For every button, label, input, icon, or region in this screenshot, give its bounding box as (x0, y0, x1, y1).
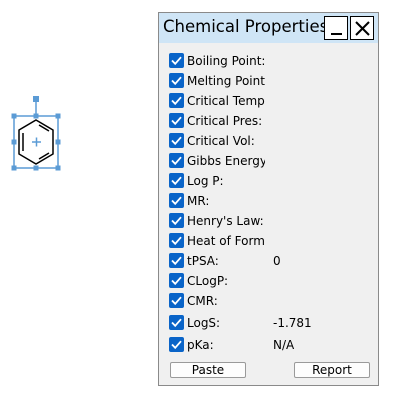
minimize-button[interactable] (324, 16, 348, 40)
property-label: Log P: (187, 174, 224, 188)
property-checkbox[interactable] (169, 73, 184, 88)
property-row: Henry's Law: (169, 213, 374, 231)
property-checkbox[interactable] (169, 133, 184, 148)
property-label: Gibbs Energy: (187, 154, 265, 168)
paste-button[interactable]: Paste (170, 362, 246, 378)
checkmark-icon (171, 256, 182, 266)
checkmark-icon (171, 276, 182, 286)
property-row: tPSA: 0 (169, 253, 374, 271)
checkmark-icon (171, 236, 182, 246)
benzene-molecule[interactable] (8, 92, 66, 176)
property-row: CMR: (169, 293, 374, 311)
property-row: Critical Temp (169, 93, 374, 111)
property-label: Boiling Point: (187, 54, 265, 68)
property-label: CLogP: (187, 274, 229, 288)
property-checkbox[interactable] (169, 233, 184, 248)
property-row: Critical Pres: (169, 113, 374, 131)
property-row: MR: (169, 193, 374, 211)
property-label: Critical Temp (187, 94, 265, 108)
property-label: Critical Vol: (187, 134, 255, 148)
checkmark-icon (171, 136, 182, 146)
panel-title: Chemical Properties (163, 17, 329, 36)
property-label: Melting Point: (187, 74, 265, 88)
panel-titlebar[interactable]: Chemical Properties (159, 13, 378, 43)
property-label: tPSA: (187, 254, 219, 268)
property-row: Critical Vol: (169, 133, 374, 151)
property-label: Henry's Law: (187, 214, 264, 228)
property-checkbox[interactable] (169, 337, 184, 352)
property-row: Gibbs Energy: (169, 153, 374, 171)
drawing-canvas[interactable]: Chemical Properties Boiling Point: Meltin… (0, 0, 403, 404)
checkmark-icon (171, 196, 182, 206)
checkmark-icon (171, 116, 182, 126)
checkmark-icon (171, 216, 182, 226)
checkmark-icon (171, 56, 182, 66)
property-checkbox[interactable] (169, 315, 184, 330)
property-row: pKa: N/A (169, 337, 374, 355)
property-checkbox[interactable] (169, 293, 184, 308)
property-row: LogS: -1.781 (169, 315, 374, 333)
property-label: Heat of Form (187, 234, 265, 248)
chemical-properties-panel: Chemical Properties Boiling Point: Meltin… (158, 12, 379, 386)
minimize-icon (331, 33, 342, 35)
property-value: 0 (273, 254, 281, 268)
property-label: Critical Pres: (187, 114, 263, 128)
property-value: N/A (273, 338, 295, 352)
benzene-structure-icon (11, 96, 61, 171)
property-checkbox[interactable] (169, 253, 184, 268)
property-label: MR: (187, 194, 210, 208)
property-row: CLogP: (169, 273, 374, 291)
property-checkbox[interactable] (169, 213, 184, 228)
property-checkbox[interactable] (169, 193, 184, 208)
checkmark-icon (171, 156, 182, 166)
checkmark-icon (171, 296, 182, 306)
property-label: CMR: (187, 294, 218, 308)
property-checkbox[interactable] (169, 153, 184, 168)
property-row: Melting Point: (169, 73, 374, 91)
property-row: Heat of Form (169, 233, 374, 251)
property-checkbox[interactable] (169, 173, 184, 188)
checkmark-icon (171, 76, 182, 86)
checkmark-icon (171, 176, 182, 186)
property-checkbox[interactable] (169, 53, 184, 68)
property-checkbox[interactable] (169, 93, 184, 108)
property-checkbox[interactable] (169, 273, 184, 288)
checkmark-icon (171, 96, 182, 106)
property-label: LogS: (187, 316, 221, 330)
checkmark-icon (171, 340, 182, 350)
close-button[interactable] (350, 16, 374, 40)
property-value: -1.781 (273, 316, 312, 330)
property-label: pKa: (187, 338, 214, 352)
checkmark-icon (171, 318, 182, 328)
report-button[interactable]: Report (294, 362, 370, 378)
property-row: Boiling Point: (169, 53, 374, 71)
property-checkbox[interactable] (169, 113, 184, 128)
close-icon (355, 21, 370, 36)
property-row: Log P: (169, 173, 374, 191)
